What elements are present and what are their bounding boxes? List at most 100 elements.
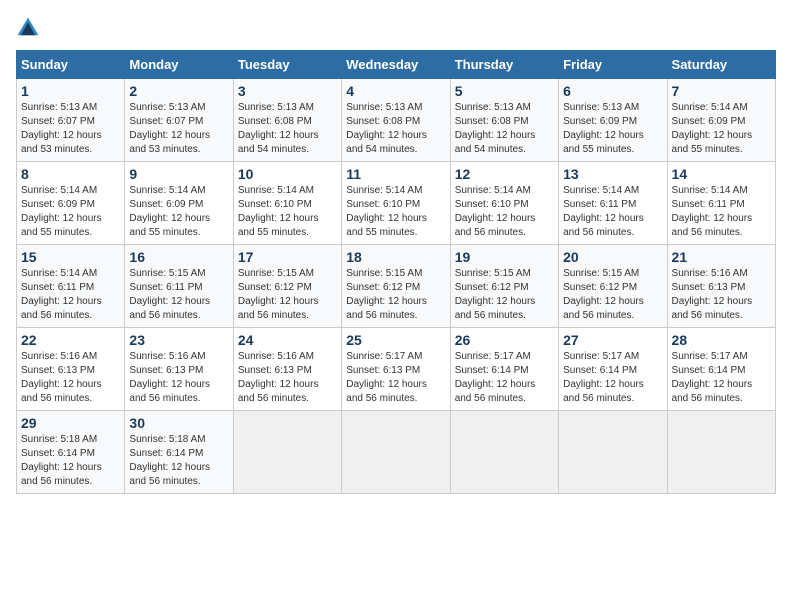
calendar-week-row: 1 Sunrise: 5:13 AMSunset: 6:07 PMDaylight… xyxy=(17,79,776,162)
calendar-header-thursday: Thursday xyxy=(450,51,558,79)
day-info: Sunrise: 5:15 AMSunset: 6:12 PMDaylight:… xyxy=(238,268,319,321)
day-number: 18 xyxy=(346,249,445,265)
day-number: 15 xyxy=(21,249,120,265)
calendar-header-row: SundayMondayTuesdayWednesdayThursdayFrid… xyxy=(17,51,776,79)
calendar-cell: 25 Sunrise: 5:17 AMSunset: 6:13 PMDayligh… xyxy=(342,328,450,411)
calendar-cell: 30Sunrise: 5:18 AMSunset: 6:14 PMDayligh… xyxy=(125,411,233,494)
day-info: Sunrise: 5:14 AMSunset: 6:09 PMDaylight:… xyxy=(129,185,210,238)
day-number: 16 xyxy=(129,249,228,265)
calendar-cell: 21Sunrise: 5:16 AMSunset: 6:13 PMDayligh… xyxy=(667,245,775,328)
calendar-cell: 20 Sunrise: 5:15 AMSunset: 6:12 PMDayligh… xyxy=(559,245,667,328)
calendar-cell: 22 Sunrise: 5:16 AMSunset: 6:13 PMDayligh… xyxy=(17,328,125,411)
calendar-cell: 13 Sunrise: 5:14 AMSunset: 6:11 PMDayligh… xyxy=(559,162,667,245)
day-info: Sunrise: 5:17 AMSunset: 6:14 PMDaylight:… xyxy=(455,351,536,404)
day-number: 6 xyxy=(563,83,662,99)
day-number: 5 xyxy=(455,83,554,99)
day-number: 2 xyxy=(129,83,228,99)
day-number: 14 xyxy=(672,166,771,182)
day-info: Sunrise: 5:13 AMSunset: 6:08 PMDaylight:… xyxy=(455,102,536,155)
calendar-cell: 29 Sunrise: 5:18 AMSunset: 6:14 PMDayligh… xyxy=(17,411,125,494)
calendar-cell xyxy=(233,411,341,494)
day-number: 4 xyxy=(346,83,445,99)
calendar-header-friday: Friday xyxy=(559,51,667,79)
day-info: Sunrise: 5:16 AMSunset: 6:13 PMDaylight:… xyxy=(672,268,753,321)
day-info: Sunrise: 5:14 AMSunset: 6:10 PMDaylight:… xyxy=(238,185,319,238)
day-number: 28 xyxy=(672,332,771,348)
calendar-cell: 6Sunrise: 5:13 AMSunset: 6:09 PMDaylight… xyxy=(559,79,667,162)
day-number: 23 xyxy=(129,332,228,348)
day-info: Sunrise: 5:16 AMSunset: 6:13 PMDaylight:… xyxy=(238,351,319,404)
calendar-cell: 26 Sunrise: 5:17 AMSunset: 6:14 PMDayligh… xyxy=(450,328,558,411)
day-info: Sunrise: 5:17 AMSunset: 6:14 PMDaylight:… xyxy=(672,351,753,404)
calendar-week-row: 22 Sunrise: 5:16 AMSunset: 6:13 PMDayligh… xyxy=(17,328,776,411)
calendar-week-row: 15 Sunrise: 5:14 AMSunset: 6:11 PMDayligh… xyxy=(17,245,776,328)
day-info: Sunrise: 5:13 AMSunset: 6:08 PMDaylight:… xyxy=(238,102,319,155)
day-number: 10 xyxy=(238,166,337,182)
calendar-cell: 15 Sunrise: 5:14 AMSunset: 6:11 PMDayligh… xyxy=(17,245,125,328)
day-info: Sunrise: 5:15 AMSunset: 6:12 PMDaylight:… xyxy=(346,268,427,321)
calendar-cell: 10 Sunrise: 5:14 AMSunset: 6:10 PMDayligh… xyxy=(233,162,341,245)
day-info: Sunrise: 5:17 AMSunset: 6:14 PMDaylight:… xyxy=(563,351,644,404)
calendar-cell: 2 Sunrise: 5:13 AMSunset: 6:07 PMDaylight… xyxy=(125,79,233,162)
calendar-cell: 16 Sunrise: 5:15 AMSunset: 6:11 PMDayligh… xyxy=(125,245,233,328)
day-info: Sunrise: 5:15 AMSunset: 6:12 PMDaylight:… xyxy=(455,268,536,321)
calendar-cell: 11 Sunrise: 5:14 AMSunset: 6:10 PMDayligh… xyxy=(342,162,450,245)
day-number: 30 xyxy=(129,415,228,431)
logo-icon xyxy=(16,16,40,40)
day-number: 25 xyxy=(346,332,445,348)
logo xyxy=(16,16,44,40)
day-info: Sunrise: 5:16 AMSunset: 6:13 PMDaylight:… xyxy=(21,351,102,404)
day-number: 1 xyxy=(21,83,120,99)
day-info: Sunrise: 5:13 AMSunset: 6:08 PMDaylight:… xyxy=(346,102,427,155)
calendar-cell: 8 Sunrise: 5:14 AMSunset: 6:09 PMDaylight… xyxy=(17,162,125,245)
day-info: Sunrise: 5:13 AMSunset: 6:07 PMDaylight:… xyxy=(21,102,102,155)
day-info: Sunrise: 5:14 AMSunset: 6:10 PMDaylight:… xyxy=(346,185,427,238)
calendar-cell: 1 Sunrise: 5:13 AMSunset: 6:07 PMDaylight… xyxy=(17,79,125,162)
day-number: 20 xyxy=(563,249,662,265)
day-info: Sunrise: 5:14 AMSunset: 6:10 PMDaylight:… xyxy=(455,185,536,238)
calendar-week-row: 29 Sunrise: 5:18 AMSunset: 6:14 PMDayligh… xyxy=(17,411,776,494)
day-info: Sunrise: 5:15 AMSunset: 6:11 PMDaylight:… xyxy=(129,268,210,321)
day-info: Sunrise: 5:18 AMSunset: 6:14 PMDaylight:… xyxy=(21,434,102,487)
day-info: Sunrise: 5:17 AMSunset: 6:13 PMDaylight:… xyxy=(346,351,427,404)
calendar-cell: 4 Sunrise: 5:13 AMSunset: 6:08 PMDaylight… xyxy=(342,79,450,162)
day-number: 11 xyxy=(346,166,445,182)
calendar-cell: 28 Sunrise: 5:17 AMSunset: 6:14 PMDayligh… xyxy=(667,328,775,411)
calendar-header-saturday: Saturday xyxy=(667,51,775,79)
day-info: Sunrise: 5:14 AMSunset: 6:09 PMDaylight:… xyxy=(672,102,753,155)
calendar-cell xyxy=(450,411,558,494)
calendar-cell: 27 Sunrise: 5:17 AMSunset: 6:14 PMDayligh… xyxy=(559,328,667,411)
calendar-header-sunday: Sunday xyxy=(17,51,125,79)
calendar-table: SundayMondayTuesdayWednesdayThursdayFrid… xyxy=(16,50,776,494)
calendar-week-row: 8 Sunrise: 5:14 AMSunset: 6:09 PMDaylight… xyxy=(17,162,776,245)
calendar-cell: 19 Sunrise: 5:15 AMSunset: 6:12 PMDayligh… xyxy=(450,245,558,328)
day-info: Sunrise: 5:15 AMSunset: 6:12 PMDaylight:… xyxy=(563,268,644,321)
calendar-cell: 14 Sunrise: 5:14 AMSunset: 6:11 PMDayligh… xyxy=(667,162,775,245)
calendar-cell: 12 Sunrise: 5:14 AMSunset: 6:10 PMDayligh… xyxy=(450,162,558,245)
day-number: 22 xyxy=(21,332,120,348)
day-number: 17 xyxy=(238,249,337,265)
calendar-cell: 24 Sunrise: 5:16 AMSunset: 6:13 PMDayligh… xyxy=(233,328,341,411)
calendar-cell xyxy=(667,411,775,494)
day-info: Sunrise: 5:14 AMSunset: 6:11 PMDaylight:… xyxy=(672,185,753,238)
calendar-cell: 23 Sunrise: 5:16 AMSunset: 6:13 PMDayligh… xyxy=(125,328,233,411)
calendar-cell: 7Sunrise: 5:14 AMSunset: 6:09 PMDaylight… xyxy=(667,79,775,162)
day-number: 24 xyxy=(238,332,337,348)
day-number: 29 xyxy=(21,415,120,431)
calendar-cell: 5 Sunrise: 5:13 AMSunset: 6:08 PMDaylight… xyxy=(450,79,558,162)
day-number: 19 xyxy=(455,249,554,265)
calendar-header-tuesday: Tuesday xyxy=(233,51,341,79)
day-number: 26 xyxy=(455,332,554,348)
day-info: Sunrise: 5:14 AMSunset: 6:11 PMDaylight:… xyxy=(21,268,102,321)
day-info: Sunrise: 5:14 AMSunset: 6:09 PMDaylight:… xyxy=(21,185,102,238)
day-info: Sunrise: 5:16 AMSunset: 6:13 PMDaylight:… xyxy=(129,351,210,404)
day-number: 8 xyxy=(21,166,120,182)
day-number: 27 xyxy=(563,332,662,348)
day-info: Sunrise: 5:14 AMSunset: 6:11 PMDaylight:… xyxy=(563,185,644,238)
calendar-header-wednesday: Wednesday xyxy=(342,51,450,79)
day-number: 12 xyxy=(455,166,554,182)
day-info: Sunrise: 5:13 AMSunset: 6:07 PMDaylight:… xyxy=(129,102,210,155)
calendar-cell: 9Sunrise: 5:14 AMSunset: 6:09 PMDaylight… xyxy=(125,162,233,245)
day-number: 13 xyxy=(563,166,662,182)
calendar-cell xyxy=(342,411,450,494)
